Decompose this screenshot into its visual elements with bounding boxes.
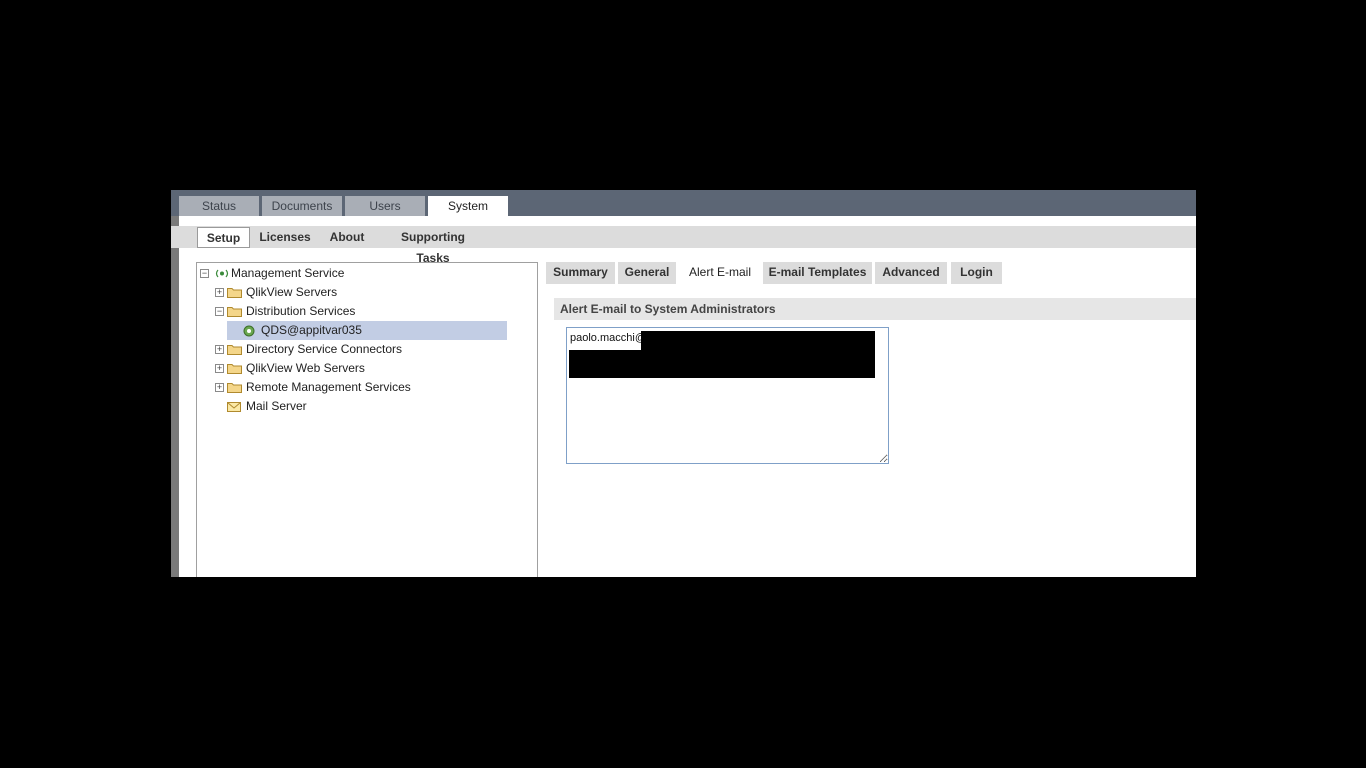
tab-status[interactable]: Status (179, 196, 259, 216)
collapse-icon[interactable]: − (200, 269, 209, 278)
expand-icon[interactable]: + (215, 383, 224, 392)
tree-node-remote-management-services[interactable]: + Remote Management Services (215, 378, 515, 397)
qmc-window: Status Documents Users System Setup Lice… (171, 190, 1196, 577)
window-left-edge (171, 190, 179, 577)
tree-node-label: Distribution Services (246, 304, 356, 318)
subtab-licenses[interactable]: Licenses (257, 227, 313, 248)
sub-tab-bar: Setup Licenses About Supporting Tasks (171, 226, 1196, 265)
tab-users[interactable]: Users (345, 196, 425, 216)
tree-node-qlikview-servers[interactable]: + QlikView Servers (215, 283, 515, 302)
tree-node-mail-server[interactable]: Mail Server (215, 397, 515, 416)
tree-node-label: Management Service (231, 266, 345, 280)
section-header: Alert E-mail to System Administrators (554, 298, 1196, 320)
tree-node-directory-service-connectors[interactable]: + Directory Service Connectors (215, 340, 515, 359)
folder-icon (227, 345, 242, 355)
tree-node-label: QlikView Web Servers (246, 361, 365, 375)
subtab-about[interactable]: About (327, 227, 367, 248)
expand-icon[interactable]: + (215, 288, 224, 297)
subtab-supporting-tasks[interactable]: Supporting Tasks (383, 227, 483, 265)
tab-general[interactable]: General (618, 262, 676, 284)
tab-summary[interactable]: Summary (546, 262, 615, 284)
tab-email-templates[interactable]: E-mail Templates (763, 262, 872, 284)
tree-node-management-service[interactable]: − Management Service (200, 264, 530, 283)
tree-node-qds-server[interactable]: QDS@appitvar035 (227, 321, 507, 340)
redaction-block (569, 350, 875, 378)
expand-icon[interactable]: + (215, 345, 224, 354)
tab-system[interactable]: System (428, 196, 508, 216)
settings-tab-bar: Summary General Alert E-mail E-mail Temp… (546, 262, 1196, 284)
main-tab-bar: Status Documents Users System (171, 190, 1196, 216)
mail-icon (227, 402, 241, 412)
tab-alert-email[interactable]: Alert E-mail (680, 262, 760, 284)
folder-open-icon (227, 307, 242, 317)
tree-node-label: Directory Service Connectors (246, 342, 403, 356)
subtab-setup[interactable]: Setup (197, 227, 250, 248)
collapse-icon[interactable]: − (215, 307, 224, 316)
tree-node-distribution-services[interactable]: − Distribution Services (215, 302, 515, 321)
tab-advanced[interactable]: Advanced (875, 262, 947, 284)
tree-node-qlikview-web-servers[interactable]: + QlikView Web Servers (215, 359, 515, 378)
tree-node-label: QDS@appitvar035 (261, 323, 362, 337)
folder-icon (227, 364, 242, 374)
antenna-icon (215, 269, 229, 278)
expand-icon[interactable]: + (215, 364, 224, 373)
gear-icon (243, 325, 255, 337)
service-tree: − Management Service + QlikView Servers … (196, 262, 538, 577)
tree-node-label: Mail Server (246, 399, 307, 413)
folder-icon (227, 288, 242, 298)
tree-node-label: QlikView Servers (246, 285, 338, 299)
tab-documents[interactable]: Documents (262, 196, 342, 216)
tree-node-label: Remote Management Services (246, 380, 411, 394)
tab-login[interactable]: Login (951, 262, 1002, 284)
folder-icon (227, 383, 242, 393)
